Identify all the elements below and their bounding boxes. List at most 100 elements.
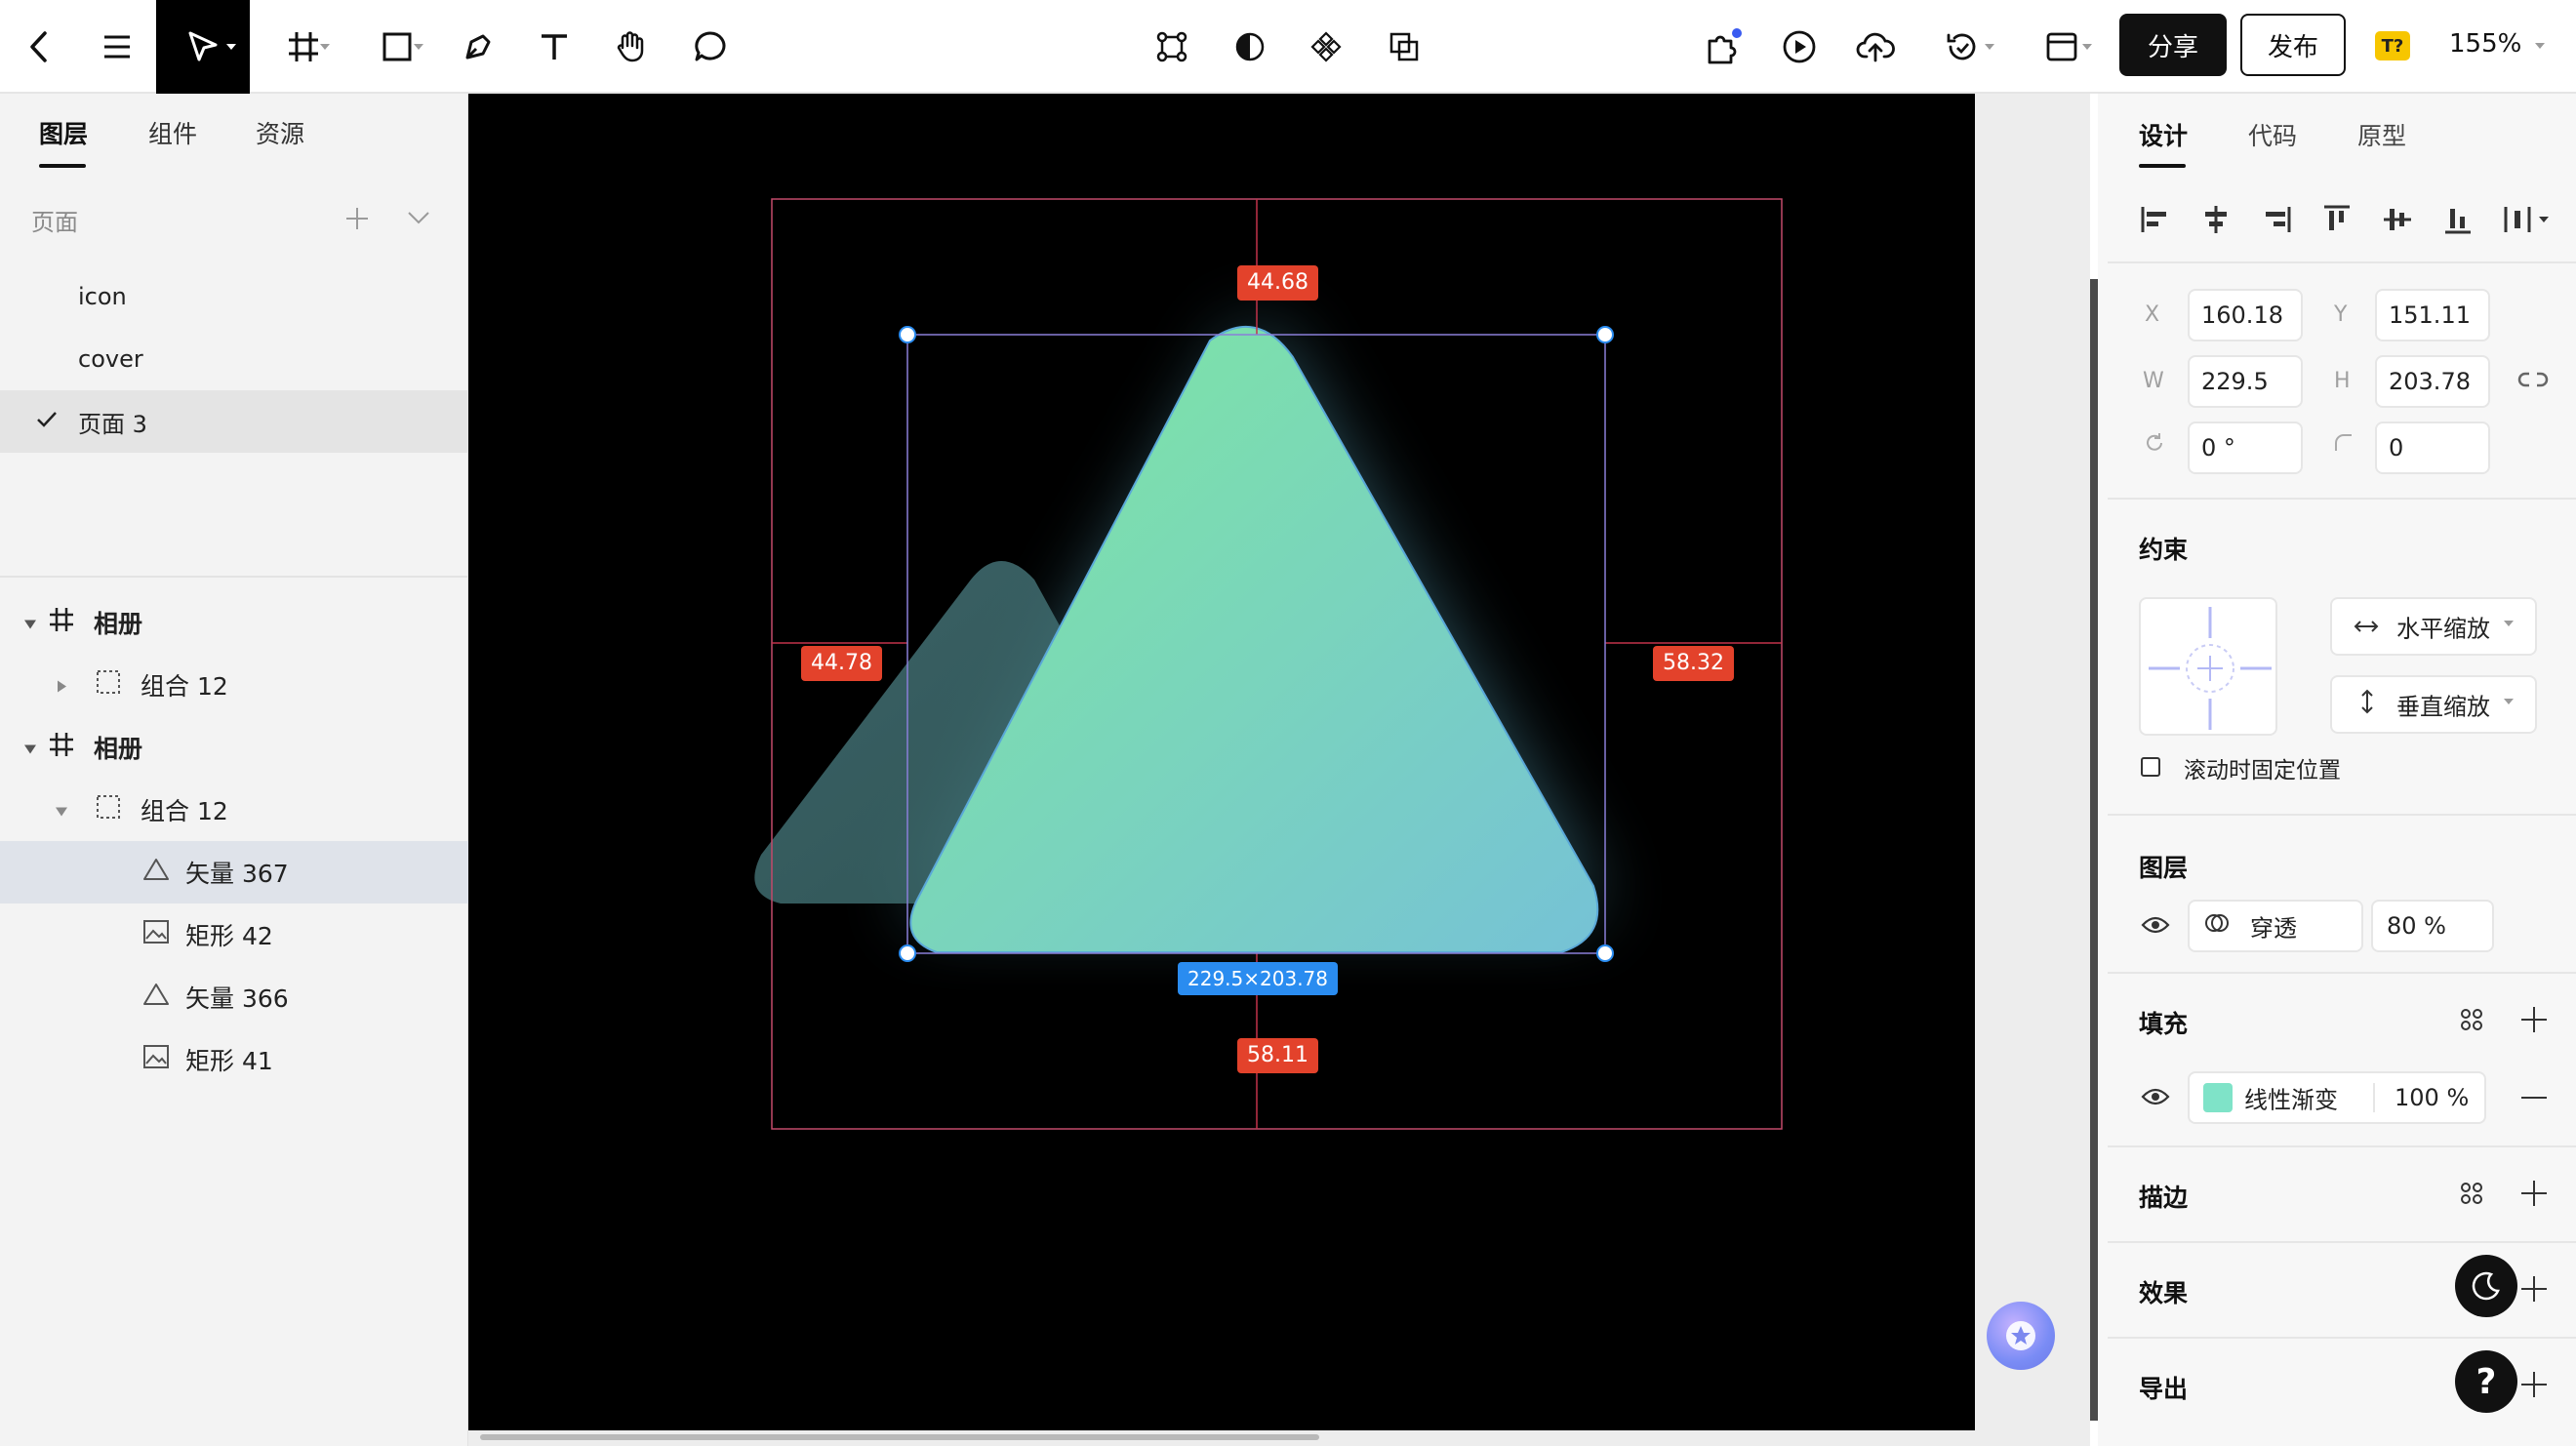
frame-tool-icon[interactable] — [269, 0, 338, 94]
tab-code[interactable]: 代码 — [2248, 117, 2297, 152]
rectangle-tool-icon[interactable] — [363, 0, 431, 94]
align-right-icon[interactable] — [2260, 203, 2293, 236]
fill-color-swatch[interactable] — [2203, 1083, 2233, 1112]
page-item-cover[interactable]: cover — [0, 328, 468, 390]
rotation-input[interactable]: 0 ° — [2188, 422, 2303, 474]
plugin-icon[interactable] — [1696, 0, 1751, 94]
align-top-icon[interactable] — [2320, 203, 2354, 236]
expanded-caret-icon[interactable] — [23, 609, 37, 637]
horizontal-scrollbar[interactable] — [480, 1434, 1319, 1440]
constraint-widget[interactable] — [2139, 597, 2277, 736]
fill-section-title: 填充 — [2139, 1010, 2189, 1038]
expanded-caret-icon[interactable] — [23, 734, 37, 762]
x-input[interactable]: 160.18 — [2188, 289, 2303, 341]
align-h-center-icon[interactable] — [2199, 203, 2233, 236]
text-tool-icon[interactable] — [527, 0, 582, 94]
stroke-styles-icon[interactable] — [2459, 1181, 2484, 1210]
hand-tool-icon[interactable] — [603, 0, 658, 94]
copy-style-icon[interactable] — [1380, 0, 1429, 94]
publish-button[interactable]: 发布 — [2240, 14, 2346, 76]
layer-label: 矩形 41 — [185, 1047, 273, 1075]
back-arrow-icon[interactable] — [10, 0, 68, 94]
zoom-chevron-down-icon[interactable] — [2535, 43, 2545, 49]
tab-prototype[interactable]: 原型 — [2357, 117, 2406, 152]
resize-handle[interactable] — [899, 944, 916, 962]
fill-styles-icon[interactable] — [2459, 1007, 2484, 1036]
layer-row[interactable]: 矩形 41 — [0, 1028, 468, 1091]
add-stroke-plus-icon[interactable] — [2521, 1181, 2547, 1206]
add-export-plus-icon[interactable] — [2521, 1372, 2547, 1397]
history-icon[interactable] — [1928, 0, 1996, 94]
fill-visibility-eye-icon[interactable] — [2141, 1087, 2170, 1110]
layer-row[interactable]: 相册 — [0, 591, 468, 654]
upload-icon[interactable] — [1850, 0, 1901, 94]
boolean-icon[interactable] — [1147, 0, 1196, 94]
comment-tool-icon[interactable] — [683, 0, 738, 94]
canvas[interactable]: 44.68 44.78 58.32 58.11 229.5×203.78 — [468, 94, 2098, 1446]
tab-layers[interactable]: 图层 — [39, 115, 88, 150]
h-label: H — [2334, 369, 2351, 393]
pen-tool-icon[interactable] — [451, 0, 505, 94]
page-label: icon — [78, 283, 127, 310]
layer-label: 相册 — [94, 735, 143, 763]
resize-handle[interactable] — [1596, 326, 1614, 343]
zoom-level[interactable]: 155% — [2449, 29, 2521, 59]
collapsed-caret-icon[interactable] — [57, 671, 68, 700]
mask-icon[interactable] — [1226, 0, 1274, 94]
fixed-scroll-checkbox[interactable] — [2141, 757, 2160, 777]
constrain-proportions-link-icon[interactable] — [2517, 369, 2549, 394]
share-button[interactable]: 分享 — [2119, 14, 2227, 76]
page-item-page-3[interactable]: 页面 3 — [0, 390, 468, 453]
layer-row[interactable]: 组合 12 — [0, 779, 468, 841]
resize-handle[interactable] — [899, 326, 916, 343]
layout-icon[interactable] — [2028, 0, 2096, 94]
fill-opacity-value[interactable]: 100 % — [2395, 1084, 2469, 1111]
collapse-pages-chevron-icon[interactable] — [406, 209, 431, 228]
add-page-icon[interactable] — [343, 205, 371, 232]
chevron-down-icon — [2504, 621, 2514, 626]
move-tool-icon[interactable] — [156, 0, 250, 94]
visibility-eye-icon[interactable] — [2141, 915, 2170, 939]
align-v-center-icon[interactable] — [2381, 203, 2414, 236]
component-icon[interactable] — [1302, 0, 1350, 94]
remove-fill-minus-icon[interactable] — [2521, 1097, 2547, 1099]
opacity-input[interactable]: 80 % — [2371, 900, 2494, 952]
layer-row[interactable]: 相册 — [0, 716, 468, 779]
play-icon[interactable] — [1774, 0, 1825, 94]
tab-assets[interactable]: 资源 — [256, 115, 304, 150]
width-input[interactable]: 229.5 — [2188, 355, 2303, 408]
vertical-constraint-dropdown[interactable]: 垂直缩放 — [2330, 675, 2537, 734]
corner-radius-input[interactable]: 0 — [2375, 422, 2490, 474]
tab-design[interactable]: 设计 — [2139, 117, 2188, 152]
y-input[interactable]: 151.11 — [2375, 289, 2490, 341]
menu-icon[interactable] — [90, 0, 144, 94]
dark-mode-moon-icon[interactable] — [2455, 1255, 2517, 1317]
expanded-caret-icon[interactable] — [55, 796, 68, 824]
align-left-icon[interactable] — [2139, 203, 2172, 236]
align-bottom-icon[interactable] — [2441, 203, 2475, 236]
layer-row[interactable]: 矢量 366 — [0, 966, 468, 1028]
layer-row[interactable]: 矩形 42 — [0, 904, 468, 966]
layer-row-selected[interactable]: 矢量 367 — [0, 841, 468, 904]
page-item-icon[interactable]: icon — [0, 265, 468, 328]
add-effect-plus-icon[interactable] — [2521, 1276, 2547, 1302]
add-fill-plus-icon[interactable] — [2521, 1007, 2547, 1032]
artwork-svg — [754, 198, 1783, 1130]
tab-components[interactable]: 组件 — [148, 115, 197, 150]
help-button[interactable]: ? — [2455, 1350, 2517, 1413]
height-input[interactable]: 203.78 — [2375, 355, 2490, 408]
horizontal-constraint-dropdown[interactable]: 水平缩放 — [2330, 597, 2537, 656]
panel-divider — [2108, 972, 2576, 974]
fill-row[interactable]: 线性渐变 100 % — [2188, 1071, 2486, 1124]
constraint-crosshair-icon — [2149, 607, 2272, 730]
artboard[interactable]: 44.68 44.78 58.32 58.11 229.5×203.78 — [468, 94, 1975, 1430]
blend-mode-select[interactable]: 穿透 — [2188, 900, 2363, 952]
resize-handle[interactable] — [1596, 944, 1614, 962]
vertical-scrollbar[interactable] — [2090, 279, 2098, 1421]
layer-row[interactable]: 组合 12 — [0, 654, 468, 716]
blend-mode-label: 穿透 — [2250, 914, 2297, 943]
distribute-icon[interactable] — [2502, 203, 2556, 236]
chevron-down-icon — [2504, 699, 2514, 704]
ai-assistant-button[interactable] — [1987, 1302, 2055, 1370]
user-badge[interactable]: T? — [2375, 31, 2410, 60]
